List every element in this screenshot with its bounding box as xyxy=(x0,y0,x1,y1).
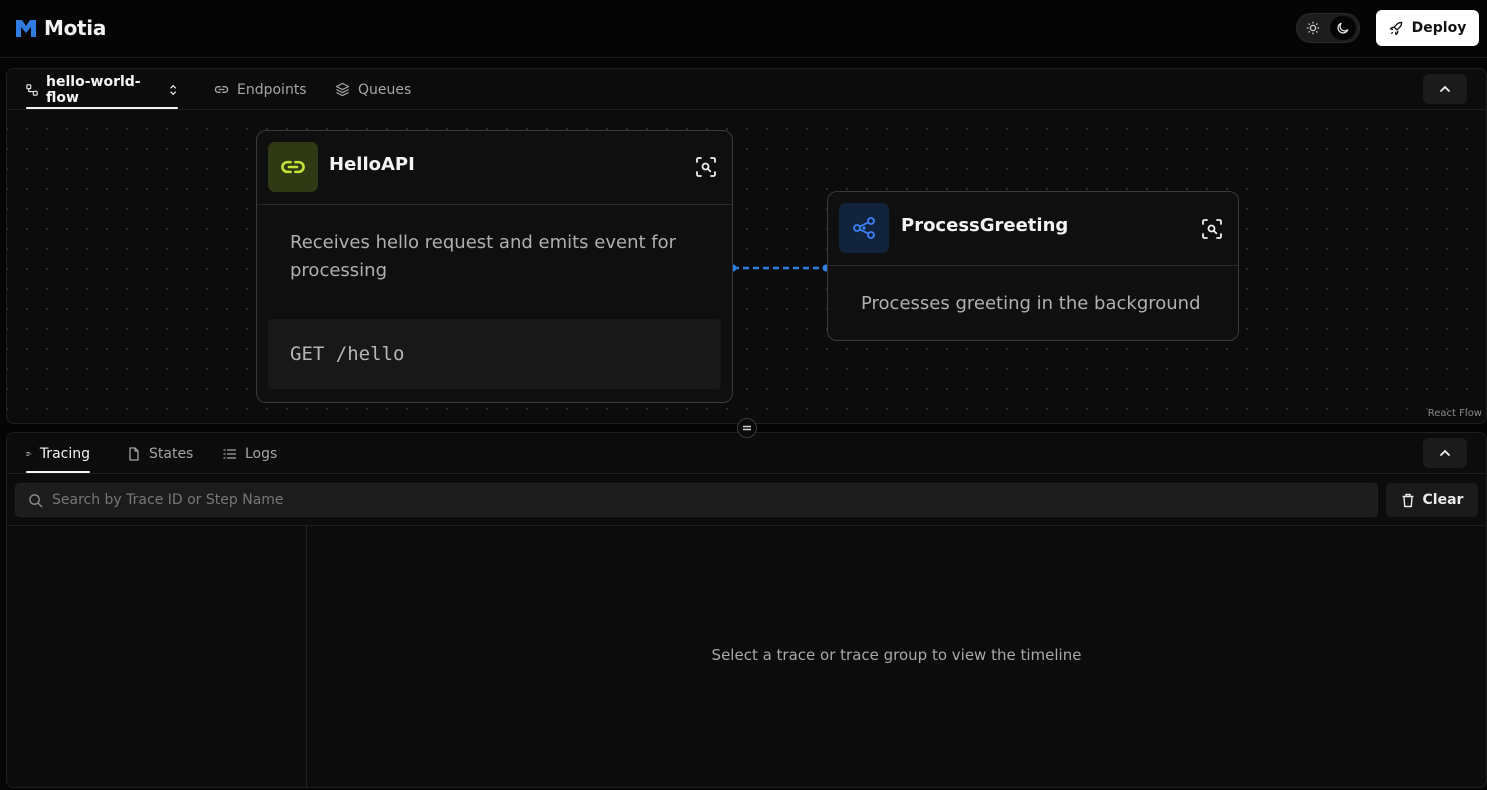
trace-search-row: Clear xyxy=(7,474,1486,526)
node-header: HelloAPI xyxy=(257,131,732,205)
theme-dark-option[interactable] xyxy=(1330,16,1356,40)
deploy-label: Deploy xyxy=(1411,20,1467,36)
trace-timeline: Select a trace or trace group to view th… xyxy=(307,526,1486,787)
active-tab-indicator xyxy=(26,107,178,109)
panel-resize-handle[interactable] xyxy=(737,418,757,438)
tab-queues[interactable]: Queues xyxy=(335,69,411,110)
node-icon-box xyxy=(268,142,318,192)
tab-label: States xyxy=(149,445,194,462)
search-icon xyxy=(29,494,43,508)
trace-list[interactable] xyxy=(7,526,307,787)
node-description: Receives hello request and emits event f… xyxy=(290,232,677,281)
rocket-icon xyxy=(1389,21,1402,35)
node-header: ProcessGreeting xyxy=(828,192,1238,266)
flow-edge[interactable] xyxy=(727,259,837,279)
tab-label: Tracing xyxy=(39,445,90,462)
share-icon xyxy=(853,217,875,239)
node-title: HelloAPI xyxy=(329,154,415,175)
bottom-tab-bar: Tracing States Logs xyxy=(7,433,1486,474)
app-name: Motia xyxy=(44,16,107,40)
tab-hello-world-flow[interactable]: hello-world-flow xyxy=(26,69,178,110)
flow-canvas[interactable]: hello-world-flow Endpoints Queues HelloA… xyxy=(6,68,1487,424)
observability-panel: Tracing States Logs Search by Trace ID o… xyxy=(6,432,1487,788)
logo[interactable]: Motia xyxy=(14,16,106,40)
node-description: Processes greeting in the background xyxy=(861,293,1201,314)
scan-search-icon xyxy=(696,157,716,177)
active-tab-indicator xyxy=(26,471,90,473)
node-helloapi[interactable]: HelloAPI Receives hello request and emit… xyxy=(256,130,733,403)
tab-logs[interactable]: Logs xyxy=(223,433,277,474)
theme-toggle[interactable] xyxy=(1296,13,1360,43)
react-flow-attribution[interactable]: React Flow xyxy=(1428,408,1482,419)
trash-icon xyxy=(1402,493,1414,507)
flow-tab-bar: hello-world-flow Endpoints Queues xyxy=(7,69,1486,110)
clear-button[interactable]: Clear xyxy=(1386,483,1478,517)
empty-state-message: Select a trace or trace group to view th… xyxy=(711,646,1082,664)
clear-label: Clear xyxy=(1422,492,1464,508)
tab-tracing[interactable]: Tracing xyxy=(26,433,90,474)
tab-endpoints[interactable]: Endpoints xyxy=(214,69,307,110)
tab-states[interactable]: States xyxy=(127,433,193,474)
tab-label: Queues xyxy=(358,81,412,98)
inspect-node-button[interactable] xyxy=(1200,217,1224,241)
theme-light-option[interactable] xyxy=(1300,16,1326,40)
tab-label: Logs xyxy=(245,445,278,462)
link-icon xyxy=(214,86,229,93)
inspect-node-button[interactable] xyxy=(694,155,718,179)
layers-icon xyxy=(335,82,350,97)
sun-icon xyxy=(1306,21,1320,35)
collapse-panel-button[interactable] xyxy=(1423,438,1467,468)
tab-label: Endpoints xyxy=(237,81,307,98)
deploy-button[interactable]: Deploy xyxy=(1376,10,1479,46)
node-icon-box xyxy=(839,203,889,253)
top-bar: Motia Deploy xyxy=(0,0,1487,58)
tracing-icon xyxy=(26,451,32,456)
tab-label: hello-world-flow xyxy=(46,73,141,106)
file-icon xyxy=(129,446,139,461)
link-icon xyxy=(281,160,305,174)
flow-icon xyxy=(26,83,38,96)
node-title: ProcessGreeting xyxy=(901,215,1069,236)
node-endpoint-code: GET /hello xyxy=(268,319,721,389)
list-icon xyxy=(223,448,237,459)
chevron-up-icon xyxy=(1440,449,1450,456)
trace-search-input[interactable] xyxy=(52,484,1352,516)
node-processgreeting[interactable]: ProcessGreeting Processes greeting in th… xyxy=(827,191,1239,341)
scan-search-icon xyxy=(1202,219,1222,239)
chevron-up-icon xyxy=(1440,85,1450,92)
collapse-flow-button[interactable] xyxy=(1423,74,1467,104)
moon-icon xyxy=(1337,22,1349,34)
chevron-up-down-icon[interactable] xyxy=(168,83,178,97)
trace-search-box[interactable] xyxy=(15,483,1378,517)
grip-icon xyxy=(743,425,751,431)
motia-logo-icon xyxy=(16,20,36,37)
